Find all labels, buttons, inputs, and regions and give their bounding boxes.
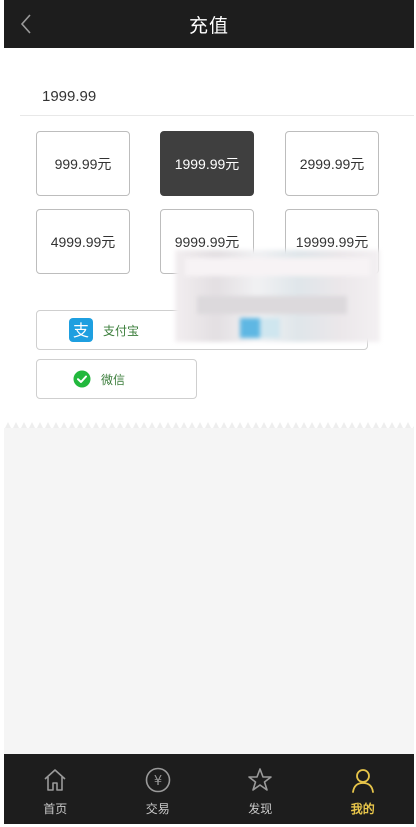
amount-option-4999-99[interactable]: 4999.99元: [36, 209, 130, 274]
yen-icon: ¥: [145, 767, 171, 793]
chevron-left-icon: [20, 14, 31, 34]
tab-mine[interactable]: 我的: [312, 754, 415, 824]
page: 充值 999.99元 1999.99元 2999.99元 4999.99元 99…: [0, 0, 416, 827]
tab-label: 交易: [145, 802, 170, 816]
amount-option-999-99[interactable]: 999.99元: [36, 131, 130, 196]
tab-label: 首页: [43, 802, 68, 816]
amount-option-label: 19999.99元: [295, 233, 369, 250]
star-icon: [248, 768, 273, 791]
payment-method-wechat[interactable]: 微信: [36, 359, 197, 399]
svg-text:支: 支: [73, 321, 89, 340]
tab-home[interactable]: 首页: [4, 754, 107, 824]
amount-input[interactable]: [20, 78, 414, 116]
alipay-icon: 支: [69, 318, 93, 342]
back-button[interactable]: [12, 9, 40, 39]
blurred-region: [175, 250, 380, 342]
payment-method-label: 支付宝: [103, 323, 140, 338]
tab-label: 我的: [350, 802, 375, 816]
amount-option-label: 2999.99元: [299, 155, 365, 172]
amount-option-label: 999.99元: [54, 155, 112, 172]
user-icon: [351, 769, 374, 793]
tab-trade[interactable]: ¥ 交易: [107, 754, 210, 824]
wechat-icon: [73, 370, 91, 388]
amount-option-label: 4999.99元: [50, 233, 116, 250]
tab-label: 发现: [248, 802, 273, 816]
amount-option-2999-99[interactable]: 2999.99元: [285, 131, 379, 196]
empty-content-area: [4, 428, 414, 754]
page-title: 充值: [188, 14, 229, 37]
payment-method-label: 微信: [101, 372, 126, 387]
bottom-tab-bar: 首页 ¥ 交易 发现 我的: [4, 754, 414, 824]
tab-discover[interactable]: 发现: [209, 754, 312, 824]
amount-option-1999-99[interactable]: 1999.99元: [160, 131, 254, 196]
home-icon: [44, 769, 66, 791]
svg-text:¥: ¥: [154, 774, 162, 789]
header-bar: 充值: [4, 0, 414, 48]
amount-option-label: 1999.99元: [174, 155, 240, 172]
amount-option-label: 9999.99元: [174, 233, 240, 250]
